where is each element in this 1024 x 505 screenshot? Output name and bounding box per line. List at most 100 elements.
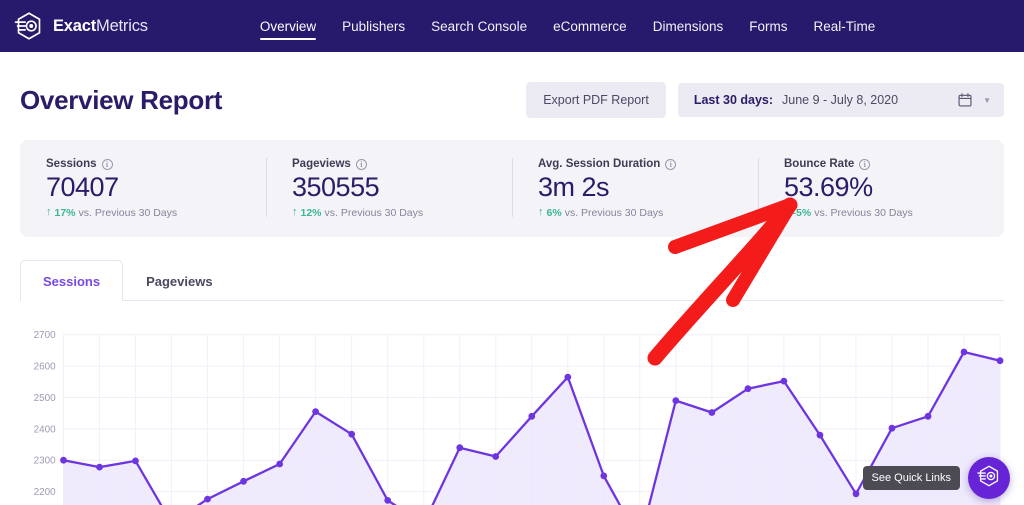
header-actions: Export PDF Report Last 30 days: June 9 -…	[526, 82, 1004, 118]
chart-data-point[interactable]	[312, 408, 319, 415]
stat-value: 3m 2s	[538, 172, 610, 202]
chart-tabs: Sessions Pageviews	[20, 259, 1004, 301]
chart-data-point[interactable]	[996, 357, 1004, 364]
chart-canvas: 2700260025002400230022002100	[34, 330, 1004, 505]
stat-label: Avg. Session Duration i	[538, 158, 736, 170]
chart-data-point[interactable]	[744, 385, 752, 392]
report-page: Overview Report Export PDF Report Last 3…	[0, 52, 1024, 505]
info-icon[interactable]: i	[101, 158, 113, 170]
chart-data-point[interactable]	[60, 456, 67, 464]
y-axis-tick-label: 2500	[34, 393, 56, 404]
stat-delta-value: 12%	[300, 206, 322, 219]
nav-item-ecommerce[interactable]: eCommerce	[553, 2, 627, 51]
stat-delta-value: 17%	[54, 206, 76, 219]
nav-item-dimensions[interactable]: Dimensions	[653, 2, 724, 51]
chart-data-point[interactable]	[816, 431, 824, 439]
chart-data-point[interactable]	[96, 463, 103, 471]
chart-data-point[interactable]	[492, 452, 500, 460]
brand-logo-area[interactable]: ExactMetrics	[14, 11, 148, 41]
chart-data-point[interactable]	[960, 348, 968, 356]
stat-delta: ↑ 6% vs. Previous 30 Days	[538, 207, 736, 219]
page-header: Overview Report Export PDF Report Last 3…	[14, 52, 1010, 140]
tab-sessions[interactable]: Sessions	[20, 259, 124, 301]
top-navigation-bar: ExactMetrics Overview Publishers Search …	[0, 0, 1024, 52]
brand-name-bold: Exact	[53, 16, 97, 35]
chart-data-point[interactable]	[132, 457, 139, 465]
stat-label-text: Avg. Session Duration	[538, 158, 661, 170]
chart-data-point[interactable]	[384, 496, 392, 504]
nav-item-publishers[interactable]: Publishers	[342, 2, 405, 51]
stat-card-sessions[interactable]: Sessions i 70407 ↑ 17% vs. Previous 30 D…	[20, 156, 266, 219]
stat-label-text: Bounce Rate	[784, 158, 855, 170]
nav-item-search-console[interactable]: Search Console	[431, 2, 527, 51]
stat-card-pageviews[interactable]: Pageviews i 350555 ↑ 12% vs. Previous 30…	[266, 156, 512, 219]
stat-label: Pageviews i	[292, 158, 490, 170]
stat-label-text: Sessions	[46, 158, 97, 170]
quick-links-tooltip: See Quick Links	[862, 466, 960, 490]
chart-data-point[interactable]	[276, 460, 283, 468]
info-icon[interactable]: i	[355, 158, 367, 170]
chart-data-point[interactable]	[564, 373, 572, 381]
chart-data-point[interactable]	[456, 444, 464, 451]
chart-data-point[interactable]	[888, 424, 896, 432]
y-axis-tick-label: 2700	[34, 330, 56, 341]
stat-delta: ↓ -5% vs. Previous 30 Days	[784, 207, 982, 219]
stat-comparison-text: vs. Previous 30 Days	[78, 206, 178, 219]
info-icon[interactable]: i	[859, 158, 871, 170]
stat-label: Bounce Rate i	[784, 158, 982, 170]
tab-pageviews[interactable]: Pageviews	[123, 260, 236, 301]
stat-label: Sessions i	[46, 158, 244, 170]
stat-delta: ↑ 17% vs. Previous 30 Days	[46, 207, 244, 219]
stat-delta-value: 6%	[546, 206, 562, 219]
page-title: Overview Report	[20, 84, 223, 115]
brand-name-light: Metrics	[96, 16, 148, 35]
date-range-picker[interactable]: Last 30 days: June 9 - July 8, 2020 ▼	[677, 83, 1004, 117]
stat-delta-value: -5%	[792, 206, 812, 219]
nav-item-forms[interactable]: Forms	[749, 2, 787, 51]
nav-item-real-time[interactable]: Real-Time	[813, 2, 875, 51]
nav-item-overview[interactable]: Overview	[259, 2, 317, 51]
sessions-chart[interactable]: 2700260025002400230022002100	[20, 311, 1004, 505]
chart-data-point[interactable]	[780, 377, 788, 385]
stats-summary-bar: Sessions i 70407 ↑ 17% vs. Previous 30 D…	[20, 140, 1004, 237]
stat-value: 70407	[46, 172, 119, 202]
chart-data-point[interactable]	[348, 430, 356, 438]
stat-label-text: Pageviews	[292, 158, 351, 170]
y-axis-tick-label: 2600	[34, 361, 56, 372]
arrow-up-icon: ↑	[538, 206, 544, 219]
chart-data-point[interactable]	[672, 397, 680, 404]
stat-card-avg-session-duration[interactable]: Avg. Session Duration i 3m 2s ↑ 6% vs. P…	[512, 156, 758, 219]
exactmetrics-logo-icon	[976, 463, 1002, 494]
arrow-up-icon: ↑	[46, 206, 52, 219]
stat-comparison-text: vs. Previous 30 Days	[324, 206, 424, 219]
chevron-down-icon[interactable]: ▼	[983, 96, 991, 105]
date-range-value: June 9 - July 8, 2020	[782, 93, 899, 107]
brand-name: ExactMetrics	[53, 17, 148, 36]
stat-card-bounce-rate[interactable]: Bounce Rate i 53.69% ↓ -5% vs. Previous …	[758, 156, 1004, 219]
y-axis-tick-label: 2200	[34, 487, 56, 498]
main-nav-items: Overview Publishers Search Console eComm…	[259, 0, 875, 52]
arrow-up-icon: ↑	[292, 206, 298, 219]
y-axis-tick-label: 2400	[34, 424, 56, 435]
quick-links-widget: See Quick Links	[862, 457, 1010, 499]
chart-data-point[interactable]	[924, 412, 932, 420]
y-axis-tick-label: 2300	[34, 456, 56, 467]
stat-value: 53.69%	[784, 172, 873, 202]
chart-data-point[interactable]	[204, 495, 211, 503]
date-range-label: Last 30 days:	[693, 93, 774, 107]
info-icon[interactable]: i	[665, 158, 677, 170]
chart-data-point[interactable]	[240, 477, 247, 485]
export-pdf-report-button[interactable]: Export PDF Report	[526, 82, 666, 118]
stat-comparison-text: vs. Previous 30 Days	[564, 206, 664, 219]
chart-data-point[interactable]	[600, 472, 608, 480]
chart-data-point[interactable]	[528, 412, 536, 420]
quick-links-button[interactable]	[968, 457, 1010, 499]
stat-delta: ↑ 12% vs. Previous 30 Days	[292, 207, 490, 219]
stat-comparison-text: vs. Previous 30 Days	[814, 206, 913, 219]
chart-data-point[interactable]	[852, 490, 860, 498]
arrow-down-icon: ↓	[784, 206, 790, 219]
chart-data-point[interactable]	[708, 408, 716, 416]
exactmetrics-logo-icon	[14, 11, 44, 41]
stat-value: 350555	[292, 172, 380, 202]
calendar-icon	[958, 93, 972, 107]
